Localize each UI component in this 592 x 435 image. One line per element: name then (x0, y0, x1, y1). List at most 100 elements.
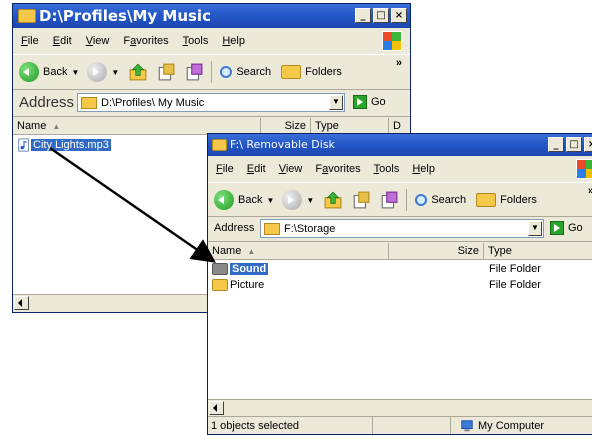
copy-to-icon[interactable] (157, 63, 175, 81)
address-bar: Address F:\Storage ▼ Go (208, 217, 592, 242)
my-computer-icon (461, 419, 473, 431)
minimize-button[interactable]: _ (548, 137, 564, 152)
file-name: Picture (230, 279, 265, 291)
folders-icon[interactable] (476, 193, 497, 207)
file-row[interactable]: Picture (212, 277, 264, 293)
folder-icon (212, 263, 228, 275)
search-icon[interactable] (220, 66, 233, 78)
menu-edit[interactable]: Edit (53, 35, 72, 47)
forward-dropdown-icon[interactable]: ▼ (306, 196, 314, 205)
folders-button[interactable]: Folders (500, 194, 537, 206)
column-header-type[interactable]: Type (484, 243, 592, 260)
go-label: Go (371, 96, 386, 108)
forward-dropdown-icon[interactable]: ▼ (111, 68, 119, 77)
file-row[interactable]: Sound (212, 261, 269, 277)
address-label: Address (19, 94, 75, 111)
title-bar-my-music[interactable]: D:\Profiles\My Music _ □ × (13, 4, 410, 28)
menu-view[interactable]: View (279, 163, 303, 175)
back-arrow-icon[interactable] (19, 62, 39, 82)
back-dropdown-icon[interactable]: ▼ (71, 68, 79, 77)
status-location: My Computer (451, 417, 544, 434)
menu-bar: File Edit View Favorites Tools Help (13, 30, 410, 52)
file-row[interactable]: City Lights.mp3 (17, 137, 111, 153)
menu-view[interactable]: View (86, 35, 110, 47)
back-button[interactable]: Back (43, 66, 67, 78)
forward-arrow-icon[interactable] (87, 62, 108, 82)
move-to-icon[interactable] (185, 63, 203, 81)
column-header-size[interactable]: Size (389, 243, 484, 260)
search-button[interactable]: Search (236, 66, 271, 78)
window-title: F:\ Removable Disk (230, 138, 335, 151)
toolbar-overflow-button[interactable]: » (396, 57, 402, 69)
menu-file[interactable]: File (216, 163, 234, 175)
folder-icon (18, 9, 36, 23)
forward-arrow-icon[interactable] (282, 190, 303, 210)
up-folder-icon[interactable] (324, 191, 342, 209)
window-title: D:\Profiles\My Music (39, 7, 211, 25)
address-bar: Address D:\Profiles\ My Music ▼ Go (13, 90, 410, 117)
menu-tools[interactable]: Tools (374, 163, 400, 175)
go-arrow-icon (550, 221, 564, 235)
menu-favorites[interactable]: Favorites (315, 163, 360, 175)
go-arrow-icon (353, 95, 367, 109)
status-spacer (373, 417, 451, 434)
sort-ascending-icon: ▲ (247, 246, 256, 256)
go-label: Go (568, 222, 583, 234)
maximize-button[interactable]: □ (566, 137, 582, 152)
folders-button[interactable]: Folders (305, 66, 342, 78)
folder-icon (212, 279, 228, 291)
minimize-button[interactable]: _ (355, 8, 371, 23)
folders-icon[interactable] (281, 65, 302, 79)
sort-ascending-icon: ▲ (52, 121, 61, 131)
back-arrow-icon[interactable] (214, 190, 234, 210)
scroll-left-icon[interactable] (209, 401, 224, 415)
audio-file-icon (18, 138, 29, 152)
address-folder-icon (264, 222, 280, 235)
address-folder-icon (81, 96, 97, 109)
status-bar: 1 objects selected My Computer (208, 416, 592, 434)
menu-file[interactable]: File (21, 35, 39, 47)
file-type: File Folder (489, 263, 541, 275)
go-button[interactable]: Go (353, 95, 386, 109)
title-bar-removable-disk[interactable]: F:\ Removable Disk _ □ × (208, 134, 592, 156)
standard-toolbar: Back ▼ ▼ Search Folders » (208, 182, 592, 217)
file-type: File Folder (489, 279, 541, 291)
address-dropdown-icon[interactable]: ▼ (528, 221, 542, 236)
windows-logo-icon (382, 31, 402, 51)
address-value: D:\Profiles\ My Music (101, 96, 205, 109)
address-input[interactable]: F:\Storage ▼ (260, 219, 544, 238)
back-button[interactable]: Back (238, 194, 262, 206)
horizontal-scrollbar[interactable] (208, 399, 592, 417)
address-dropdown-icon[interactable]: ▼ (329, 95, 343, 110)
menu-edit[interactable]: Edit (247, 163, 266, 175)
close-button[interactable]: × (391, 8, 407, 23)
close-button[interactable]: × (584, 137, 592, 152)
menu-help[interactable]: Help (222, 35, 245, 47)
search-icon[interactable] (415, 194, 428, 206)
column-header-name[interactable]: Name ▲ (208, 243, 389, 260)
toolbar-overflow-button[interactable]: » (588, 185, 592, 197)
move-to-icon[interactable] (380, 191, 398, 209)
menu-favorites[interactable]: Favorites (123, 35, 168, 47)
folder-icon (212, 139, 227, 151)
status-selected-count: 1 objects selected (208, 417, 373, 434)
up-folder-icon[interactable] (129, 63, 147, 81)
search-button[interactable]: Search (431, 194, 466, 206)
address-input[interactable]: D:\Profiles\ My Music ▼ (77, 93, 345, 112)
file-name: Sound (230, 263, 269, 275)
file-name: City Lights.mp3 (31, 139, 111, 151)
standard-toolbar: Back ▼ ▼ Search Folders » (13, 54, 410, 90)
window-removable-disk: F:\ Removable Disk _ □ × File Edit View … (207, 133, 592, 435)
menu-bar: File Edit View Favorites Tools Help (208, 158, 592, 180)
windows-logo-icon (576, 159, 592, 179)
menu-help[interactable]: Help (412, 163, 435, 175)
address-label: Address (214, 222, 255, 234)
menu-tools[interactable]: Tools (183, 35, 209, 47)
back-dropdown-icon[interactable]: ▼ (266, 196, 274, 205)
maximize-button[interactable]: □ (373, 8, 389, 23)
go-button[interactable]: Go (550, 221, 583, 235)
address-value: F:\Storage (284, 222, 336, 235)
copy-to-icon[interactable] (352, 191, 370, 209)
file-list[interactable]: Name ▲ Size Type Sound File Folder Pictur… (208, 243, 592, 417)
scroll-left-icon[interactable] (14, 296, 29, 310)
